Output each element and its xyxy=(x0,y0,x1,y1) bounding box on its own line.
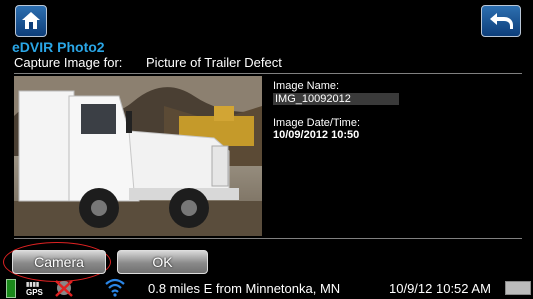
image-date-label: Image Date/Time: xyxy=(273,117,361,129)
back-button[interactable] xyxy=(481,5,521,37)
wifi-icon xyxy=(105,278,125,297)
captured-photo xyxy=(14,76,262,236)
capture-label: Capture Image for: xyxy=(14,55,123,70)
divider-top xyxy=(14,73,522,74)
home-button[interactable] xyxy=(15,5,47,37)
app-title: eDVIR Photo2 xyxy=(12,39,105,55)
image-name-label: Image Name: xyxy=(273,80,340,92)
gps-off-icon xyxy=(55,280,73,297)
ok-button[interactable]: OK xyxy=(117,250,208,274)
capture-row: Capture Image for: Picture of Trailer De… xyxy=(14,55,282,70)
capture-value: Picture of Trailer Defect xyxy=(146,55,282,70)
image-name-value: IMG_10092012 xyxy=(273,93,399,105)
back-arrow-icon xyxy=(490,13,513,29)
gps-label: GPS xyxy=(26,288,43,297)
camera-button[interactable]: Camera xyxy=(12,250,106,274)
keyboard-icon[interactable] xyxy=(505,281,531,295)
image-date-value: 10/09/2012 10:50 xyxy=(273,129,360,141)
home-icon xyxy=(22,12,40,29)
battery-icon xyxy=(6,279,16,298)
datetime-text: 10/9/12 10:52 AM xyxy=(389,281,491,296)
divider-bottom xyxy=(14,238,522,239)
gps-icon: ▮▮▮▮ GPS xyxy=(26,282,43,297)
location-text: 0.8 miles E from Minnetonka, MN xyxy=(148,281,341,296)
